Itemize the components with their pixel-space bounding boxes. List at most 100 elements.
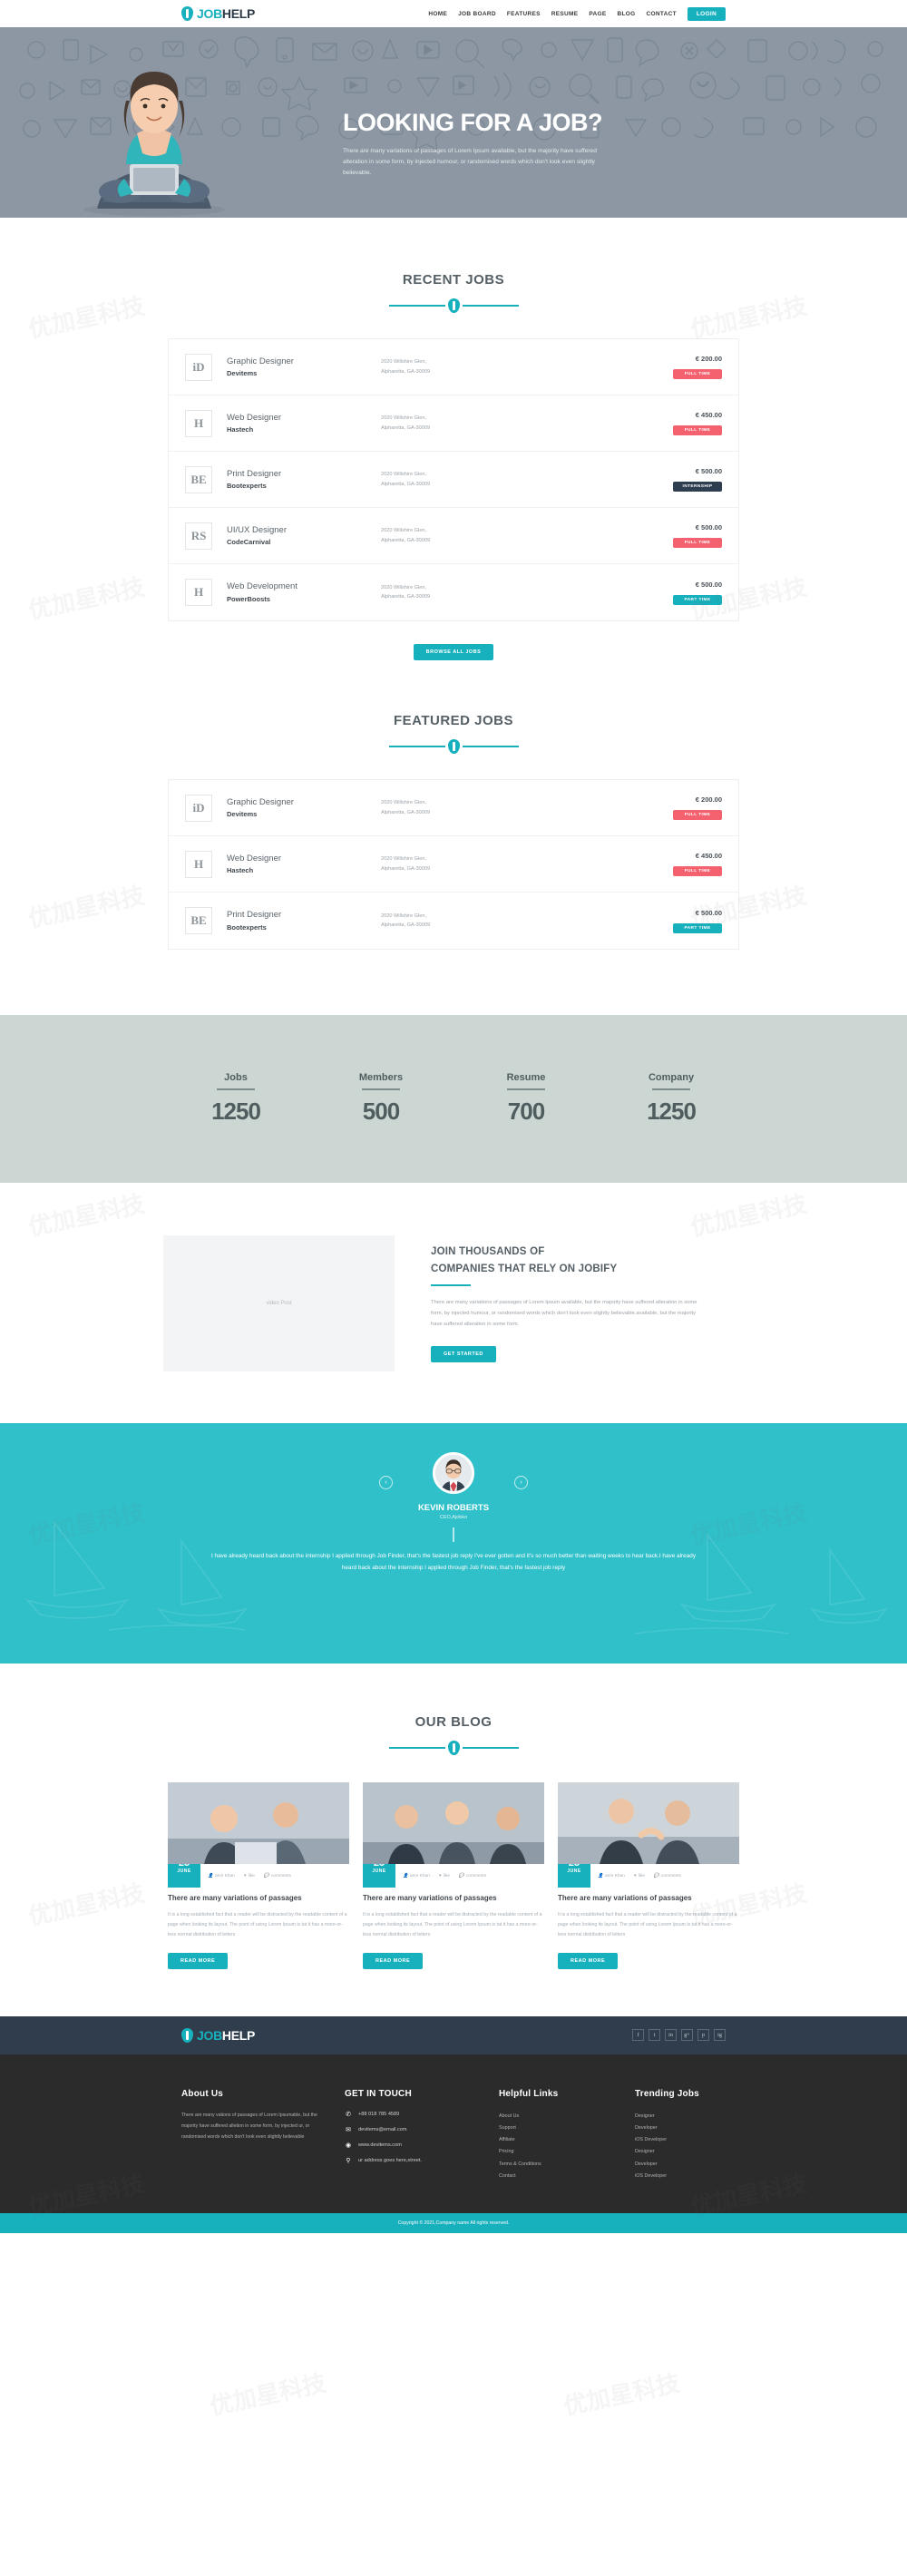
footer-logo[interactable]: JOBHELP (181, 2027, 255, 2043)
blog-card[interactable]: 25JUNE👤amir Khan♥like💬commentsThere are … (168, 1782, 349, 1969)
nav-item-features[interactable]: FEATURES (507, 11, 541, 17)
nav-item-job-board[interactable]: JOB BOARD (458, 11, 496, 17)
user-icon: 👤 (403, 1873, 408, 1878)
footer-helpful-link[interactable]: Affiliate (499, 2134, 617, 2146)
testimonial-prev-button[interactable]: ‹ (379, 1476, 393, 1489)
footer-helpful-column: Helpful Links About Us Support Affiliate Pr… (499, 2089, 617, 2182)
footer-helpful-link[interactable]: Terms & Conditions (499, 2159, 617, 2171)
table-row[interactable]: H Web Designer Hastech 2020 Willshire Glen,… (169, 836, 738, 893)
google-plus-icon[interactable]: g+ (681, 2029, 693, 2042)
tie-icon (447, 1741, 460, 1755)
job-address-line1: 2020 Willshire Glen, (381, 472, 427, 478)
blog-comments[interactable]: 💬 comments (264, 1874, 291, 1878)
footer-helpful-link[interactable]: Contact (499, 2171, 617, 2182)
join-heading-line1: JOIN THOUSANDS OF (431, 1246, 545, 1258)
login-button[interactable]: LOGIN (687, 6, 726, 21)
footer-trending-list: Designer Developer iOS Developer Designer De… (635, 2111, 753, 2182)
blog-author: 👤 amir Khan (208, 1873, 235, 1878)
nav-item-blog[interactable]: BLOG (618, 11, 636, 17)
featured-jobs-title: FEATURED JOBS (393, 713, 514, 728)
nav-item-page[interactable]: PAGE (589, 11, 606, 17)
facebook-icon[interactable]: f (632, 2029, 644, 2042)
footer-helpful-link[interactable]: Support (499, 2122, 617, 2134)
table-row[interactable]: BE Print Designer Bootexperts 2020 Willshir… (169, 452, 738, 508)
job-address-line1: 2020 Willshire Glen, (381, 584, 427, 590)
table-row[interactable]: H Web Designer Hastech 2020 Willshire Glen,… (169, 395, 738, 452)
blog-meta: 👤 amir Khan ♥ like 💬 comments (403, 1874, 486, 1878)
job-company: Devitems (227, 369, 258, 377)
status-badge: FULL TIME (673, 425, 722, 435)
blog-meta-row: 25JUNE👤amir Khan♥like💬comments (558, 1855, 739, 1888)
blog-likes[interactable]: ♥ like (634, 1874, 645, 1878)
footer-trending-link[interactable]: Developer (635, 2159, 753, 2171)
footer-top-bar: JOBHELP f t in g+ p ig (0, 2015, 907, 2054)
stat-item: Company 1250 (599, 1072, 744, 1126)
footer-logo-help: HELP (221, 2027, 256, 2043)
footer-trending-link[interactable]: iOS Developer (635, 2171, 753, 2182)
nav-item-contact[interactable]: CONTACT (647, 11, 677, 17)
divider-line-right (462, 746, 519, 747)
table-row[interactable]: H Web Development PowerBoosts 2020 Willshir… (169, 564, 738, 620)
stat-value: 500 (362, 1097, 400, 1125)
video-post-placeholder[interactable]: video Post (163, 1234, 395, 1371)
instagram-icon[interactable]: ig (714, 2029, 726, 2042)
nav-item-home[interactable]: HOME (428, 11, 447, 17)
status-badge: PART TIME (673, 922, 722, 933)
blog-post-title[interactable]: There are many variations of passages (558, 1893, 739, 1904)
status-badge: PART TIME (673, 594, 722, 605)
table-row[interactable]: RS UI/UX Designer CodeCarnival 2020 Willshi… (169, 508, 738, 564)
blog-post-title[interactable]: There are many variations of passages (363, 1893, 544, 1904)
job-company: Bootexperts (227, 482, 267, 490)
hero-paragraph: There are many variations of passages of… (343, 148, 597, 177)
table-row[interactable]: BE Print Designer Bootexperts 2020 Willshir… (169, 893, 738, 949)
stat-label: Members (358, 1072, 404, 1084)
company-logo-icon: iD (185, 794, 212, 822)
read-more-button[interactable]: READ MORE (363, 1952, 424, 1969)
job-right: € 500.00 PART TIME (673, 909, 722, 933)
footer-logo-text: JOBHELP (197, 2028, 255, 2043)
pinterest-icon[interactable]: p (697, 2029, 709, 2042)
footer-trending-column: Trending Jobs Designer Developer iOS Devel… (635, 2089, 753, 2182)
blog-card[interactable]: 25JUNE👤amir Khan♥like💬commentsThere are … (558, 1782, 739, 1969)
read-more-button[interactable]: READ MORE (168, 1952, 229, 1969)
job-price: € 500.00 (695, 908, 722, 917)
browse-all-jobs-button[interactable]: BROWSE ALL JOBS (413, 644, 494, 660)
table-row[interactable]: iD Graphic Designer Devitems 2020 Willshire… (169, 780, 738, 836)
footer-trending-link[interactable]: Designer (635, 2146, 753, 2158)
nav-item-resume[interactable]: RESUME (551, 11, 579, 17)
read-more-button[interactable]: READ MORE (558, 1952, 619, 1969)
join-rule (431, 1284, 471, 1287)
contact-item[interactable]: ✉ devitems@email.com (345, 2126, 481, 2133)
blog-post-title[interactable]: There are many variations of passages (168, 1893, 349, 1904)
blog-comments[interactable]: 💬 comments (459, 1874, 486, 1878)
contact-item[interactable]: ⚲ ur address goes here,street. (345, 2157, 481, 2164)
footer-about-heading: About Us (181, 2088, 224, 2099)
avatar (433, 1452, 474, 1494)
section-divider (0, 1741, 907, 1755)
footer-trending-link[interactable]: Developer (635, 2122, 753, 2134)
blog-button-wrap: READ MORE (363, 1950, 544, 1969)
footer-helpful-link[interactable]: Pricing (499, 2146, 617, 2158)
footer-helpful-link[interactable]: About Us (499, 2111, 617, 2122)
footer-trending-link[interactable]: iOS Developer (635, 2134, 753, 2146)
user-icon: 👤 (208, 1873, 213, 1878)
table-row[interactable]: iD Graphic Designer Devitems 2020 Willshire… (169, 339, 738, 395)
site-logo[interactable]: JOBHELP (181, 6, 255, 21)
blog-likes[interactable]: ♥ like (439, 1874, 450, 1878)
footer-trending-link[interactable]: Designer (635, 2111, 753, 2122)
contact-item[interactable]: ✆ +88 018 785 4589 (345, 2111, 481, 2118)
contact-item[interactable]: ◉ www.devitems.com (345, 2142, 481, 2149)
job-address-line1: 2020 Willshire Glen, (381, 912, 427, 919)
linkedin-icon[interactable]: in (665, 2029, 677, 2042)
twitter-icon[interactable]: t (649, 2029, 660, 2042)
company-logo-icon: BE (185, 465, 212, 493)
blog-comments[interactable]: 💬 comments (654, 1874, 681, 1878)
job-price: € 500.00 (695, 467, 722, 475)
get-started-button[interactable]: GET STARTED (431, 1345, 496, 1362)
contact-text: devitems@email.com (358, 2126, 407, 2132)
testimonial-next-button[interactable]: › (514, 1476, 528, 1489)
blog-likes[interactable]: ♥ like (244, 1874, 255, 1878)
heart-icon: ♥ (633, 1873, 637, 1878)
contact-text: ur address goes here,street. (358, 2157, 422, 2163)
blog-card[interactable]: 25JUNE👤amir Khan♥like💬commentsThere are … (363, 1782, 544, 1969)
